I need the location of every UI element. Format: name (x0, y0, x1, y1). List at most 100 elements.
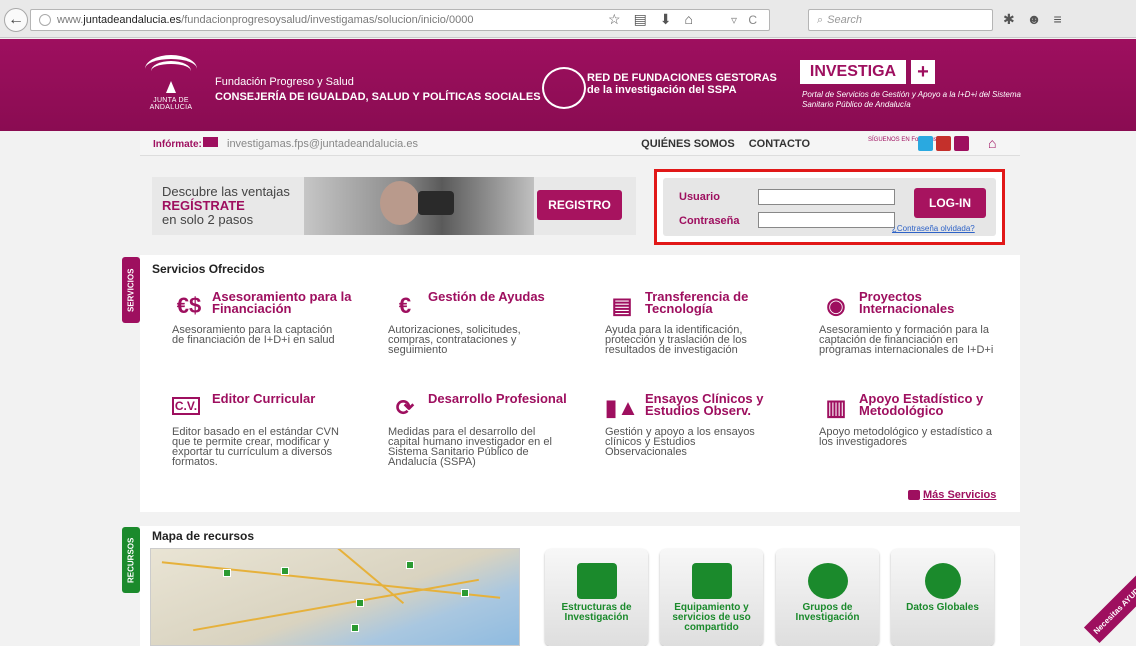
red-network-logo-icon (542, 67, 586, 109)
cart-icon: € (398, 293, 412, 318)
home-icon[interactable]: ⌂ (988, 135, 996, 151)
service-desc: Autorizaciones, solicitudes, compras, co… (388, 324, 521, 356)
money-icon: €$ (176, 293, 202, 318)
banner-line1: Descubre las ventajas (162, 184, 290, 199)
resource-map[interactable] (150, 548, 520, 646)
banner-line3: en solo 2 pasos (162, 212, 254, 227)
tile-label: Estructuras de Investigación (561, 602, 632, 623)
site-info-icon[interactable] (39, 14, 51, 26)
forgot-password-link[interactable]: ¿Contraseña olvidada? (892, 224, 975, 233)
resources-tab: RECURSOS (122, 527, 140, 593)
download-icon[interactable]: ⬇ (660, 11, 672, 28)
tile-label: Equipamiento y servicios de uso comparti… (672, 602, 751, 633)
nav-links: QUIÉNES SOMOS CONTACTO (641, 138, 810, 150)
org-line1: Fundación Progreso y Salud (215, 76, 354, 88)
reading-list-icon[interactable]: ▤ (634, 11, 647, 28)
service-title[interactable]: Desarrollo Profesional (428, 392, 588, 405)
browser-search-input[interactable]: ⌕ Search (808, 9, 993, 31)
equipment-icon (691, 563, 732, 599)
more-services-icon (908, 490, 920, 500)
service-title[interactable]: Gestión de Ayudas (428, 290, 588, 303)
gear-icon (924, 563, 961, 599)
url-domain: juntadeandalucia.es (83, 14, 182, 26)
resources-title: Mapa de recursos (152, 529, 255, 543)
tile-datos-globales[interactable]: Datos Globales (891, 549, 994, 646)
stats-icon: ▥ (825, 395, 847, 420)
tile-label: Datos Globales (906, 602, 979, 613)
service-title[interactable]: Apoyo Estadístico y Metodológico (859, 392, 1019, 417)
search-placeholder: Search (827, 14, 863, 26)
service-title[interactable]: Editor Curricular (212, 392, 372, 405)
red-line1: RED DE FUNDACIONES GESTORAS (587, 72, 777, 84)
login-form: Usuario Contraseña LOG-IN ¿Contraseña ol… (663, 178, 996, 236)
tile-grupos[interactable]: Grupos de Investigación (776, 549, 879, 646)
chat-icon[interactable]: ☻ (1027, 11, 1042, 28)
group-icon (807, 563, 848, 599)
service-desc: Medidas para el desarrollo del capital h… (388, 426, 552, 468)
extension-icons: ✱ ☻ ≡ (1003, 11, 1062, 28)
register-button[interactable]: REGISTRO (537, 190, 622, 220)
youtube-icon[interactable] (936, 136, 951, 151)
nav-contacto[interactable]: CONTACTO (749, 138, 810, 150)
social-links (918, 136, 969, 151)
login-button[interactable]: LOG-IN (914, 188, 986, 218)
facebook-icon[interactable] (954, 136, 969, 151)
red-line2: de la investigación del SSPA (587, 84, 737, 96)
mail-icon (203, 137, 218, 147)
nav-quienes-somos[interactable]: QUIÉNES SOMOS (641, 138, 735, 150)
password-label: Contraseña (679, 215, 740, 227)
service-title[interactable]: Transferencia de Tecnología (645, 290, 805, 315)
document-icon: ▤ (611, 293, 633, 318)
url-path: /fundacionprogresoysalud/investigamas/so… (181, 14, 474, 26)
org-line2: CONSEJERÍA DE IGUALDAD, SALUD Y POLÍTICA… (215, 91, 541, 103)
home-browser-icon[interactable]: ⌂ (685, 11, 693, 28)
top-navbar: Infórmate: investigamas.fps@juntadeandal… (140, 132, 1020, 156)
map-pin-icon[interactable] (356, 599, 364, 607)
toolbar-icons: ☆ ▤ ⬇ ⌂ (608, 11, 693, 28)
reload-icon[interactable]: ▿ C (731, 13, 761, 27)
service-desc: Asesoramiento para la captación de finan… (172, 324, 335, 346)
junta-label: JUNTA DE ANDALUCIA (149, 97, 193, 111)
map-pin-icon[interactable] (351, 624, 359, 632)
service-title[interactable]: Asesoramiento para la Financiación (212, 290, 372, 315)
extension-icon[interactable]: ✱ (1003, 11, 1015, 28)
services-title: Servicios Ofrecidos (152, 262, 265, 276)
plus-icon: + (911, 60, 935, 84)
service-title[interactable]: Proyectos Internacionales (859, 290, 1019, 315)
banner-line2: REGÍSTRATE (162, 198, 245, 213)
service-desc: Apoyo metodológico y estadístico a los i… (819, 426, 993, 448)
map-pin-icon[interactable] (406, 561, 414, 569)
banner-text: Descubre las ventajas REGÍSTRATE en solo… (162, 185, 290, 227)
tile-estructuras[interactable]: Estructuras de Investigación (545, 549, 648, 646)
password-input[interactable] (758, 212, 895, 228)
org-name: Fundación Progreso y Salud CONSEJERÍA DE… (215, 76, 541, 103)
cv-icon: C.V. (172, 397, 200, 415)
map-pin-icon[interactable] (461, 589, 469, 597)
map-pin-icon[interactable] (223, 569, 231, 577)
site-header: JUNTA DE ANDALUCIA Fundación Progreso y … (0, 39, 1136, 131)
more-services-link[interactable]: Más Servicios (923, 489, 996, 501)
map-pin-icon[interactable] (281, 567, 289, 575)
service-title[interactable]: Ensayos Clínicos y Estudios Observ. (645, 392, 805, 417)
investiga-logo[interactable]: INVESTIGA (800, 60, 906, 84)
menu-icon[interactable]: ≡ (1053, 11, 1061, 28)
username-input[interactable] (758, 189, 895, 205)
service-desc: Ayuda para la identificación, protección… (605, 324, 747, 356)
search-icon: ⌕ (817, 13, 824, 26)
informate-label: Infórmate: (153, 139, 202, 150)
back-button[interactable]: ← (4, 8, 28, 32)
cycle-icon: ⟳ (395, 395, 415, 420)
url-prefix: www. (57, 14, 84, 26)
tile-equipamiento[interactable]: Equipamiento y servicios de uso comparti… (660, 549, 763, 646)
portal-subtitle: Portal de Servicios de Gestión y Apoyo a… (802, 90, 1021, 109)
globe-icon: ◉ (826, 293, 846, 318)
service-desc: Asesoramiento y formación para la captac… (819, 324, 994, 356)
help-ribbon[interactable]: Necesitas AYUDA? (1083, 570, 1136, 644)
login-box: Usuario Contraseña LOG-IN ¿Contraseña ol… (654, 169, 1005, 245)
twitter-icon[interactable] (918, 136, 933, 151)
contact-email[interactable]: investigamas.fps@juntadeandalucia.es (227, 138, 418, 150)
building-icon (576, 563, 617, 599)
junta-logo[interactable]: JUNTA DE ANDALUCIA (136, 51, 206, 111)
red-network-name: RED DE FUNDACIONES GESTORAS de la invest… (587, 72, 777, 96)
bookmark-star-icon[interactable]: ☆ (608, 11, 621, 28)
